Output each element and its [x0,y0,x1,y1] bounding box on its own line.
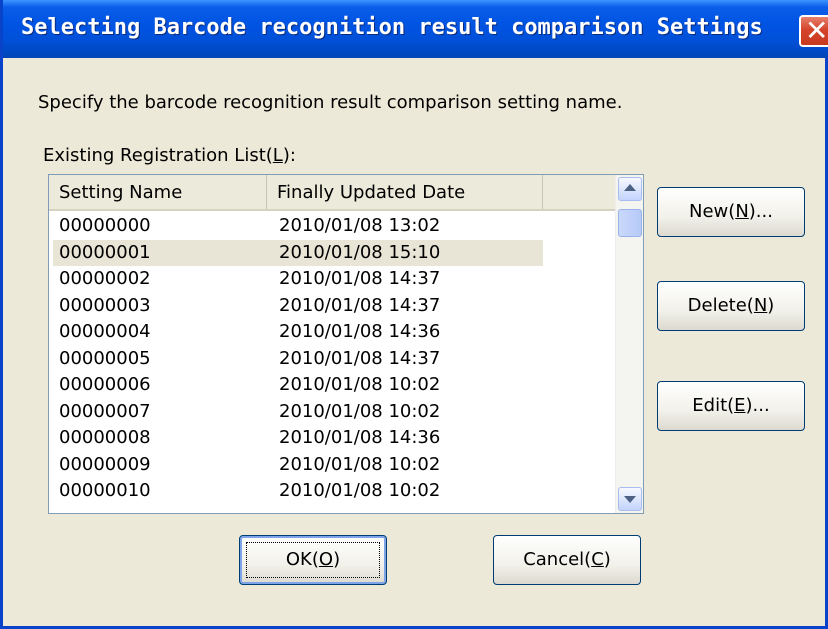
chevron-up-icon [624,184,636,191]
updated-date-cell: 2010/01/08 15:10 [279,239,441,266]
list-item[interactable]: 00000009 2010/01/08 10:02 [49,452,615,479]
list-item[interactable]: 00000003 2010/01/08 14:37 [49,293,615,320]
cancel-button[interactable]: Cancel(C) [493,535,641,585]
title-bar[interactable]: Selecting Barcode recognition result com… [3,0,828,58]
updated-date-cell: 2010/01/08 14:37 [279,268,441,289]
list-item[interactable]: 00000010 2010/01/08 10:02 [49,478,615,505]
updated-date-cell: 2010/01/08 13:02 [279,215,441,236]
column-header-updated-date[interactable]: Finally Updated Date [267,175,543,209]
delete-button[interactable]: Delete(N) [657,281,805,331]
list-item[interactable]: 00000008 2010/01/08 14:36 [49,425,615,452]
updated-date-cell: 2010/01/08 10:02 [279,374,441,395]
updated-date-cell: 2010/01/08 10:02 [279,400,441,422]
list-rows: 00000000 2010/01/08 13:02 00000001 2010/01/… [49,213,615,505]
close-button[interactable]: ✕ [799,15,828,47]
updated-date-cell: 2010/01/08 14:36 [279,427,441,448]
updated-date-cell: 2010/01/08 14:37 [279,294,441,316]
setting-name-cell: 00000007 [59,400,151,422]
window-title: Selecting Barcode recognition result com… [21,15,763,40]
setting-name-cell: 00000008 [59,427,151,448]
focus-rectangle [246,542,380,578]
vertical-scrollbar[interactable] [615,175,643,513]
scroll-down-button[interactable] [618,487,642,511]
setting-name-cell: 00000006 [59,374,151,395]
list-item[interactable]: 00000005 2010/01/08 14:37 [49,346,615,373]
close-icon: ✕ [805,14,828,47]
list-item[interactable]: 00000002 2010/01/08 14:37 [49,266,615,293]
setting-name-cell: 00000002 [59,268,151,289]
registration-list[interactable]: Setting Name Finally Updated Date 000000… [48,174,644,514]
scroll-thumb[interactable] [618,209,642,237]
instruction-text: Specify the barcode recognition result c… [38,92,623,113]
list-label: Existing Registration List(L): [43,145,296,166]
new-button[interactable]: New(N)... [657,187,805,237]
list-header: Setting Name Finally Updated Date [49,175,615,211]
updated-date-cell: 2010/01/08 14:37 [279,347,441,369]
edit-button[interactable]: Edit(E)... [657,381,805,431]
setting-name-cell: 00000005 [59,347,151,369]
setting-name-cell: 00000001 [59,239,151,266]
list-item[interactable]: 00000004 2010/01/08 14:36 [49,319,615,346]
list-item[interactable]: 00000000 2010/01/08 13:02 [49,213,615,240]
setting-name-cell: 00000004 [59,321,151,342]
setting-name-cell: 00000000 [59,215,151,236]
chevron-down-icon [624,496,636,503]
list-item[interactable]: 00000001 2010/01/08 15:10 [49,239,615,267]
setting-name-cell: 00000010 [59,480,151,501]
ok-button[interactable]: OK(O) [239,535,387,585]
scroll-up-button[interactable] [618,177,642,201]
setting-name-cell: 00000003 [59,294,151,316]
list-item[interactable]: 00000006 2010/01/08 10:02 [49,372,615,399]
updated-date-cell: 2010/01/08 10:02 [279,453,441,475]
setting-name-cell: 00000009 [59,453,151,475]
dialog-window: Selecting Barcode recognition result com… [0,0,828,629]
list-item[interactable]: 00000007 2010/01/08 10:02 [49,399,615,426]
updated-date-cell: 2010/01/08 10:02 [279,480,441,501]
column-header-setting-name[interactable]: Setting Name [49,175,267,209]
updated-date-cell: 2010/01/08 14:36 [279,321,441,342]
